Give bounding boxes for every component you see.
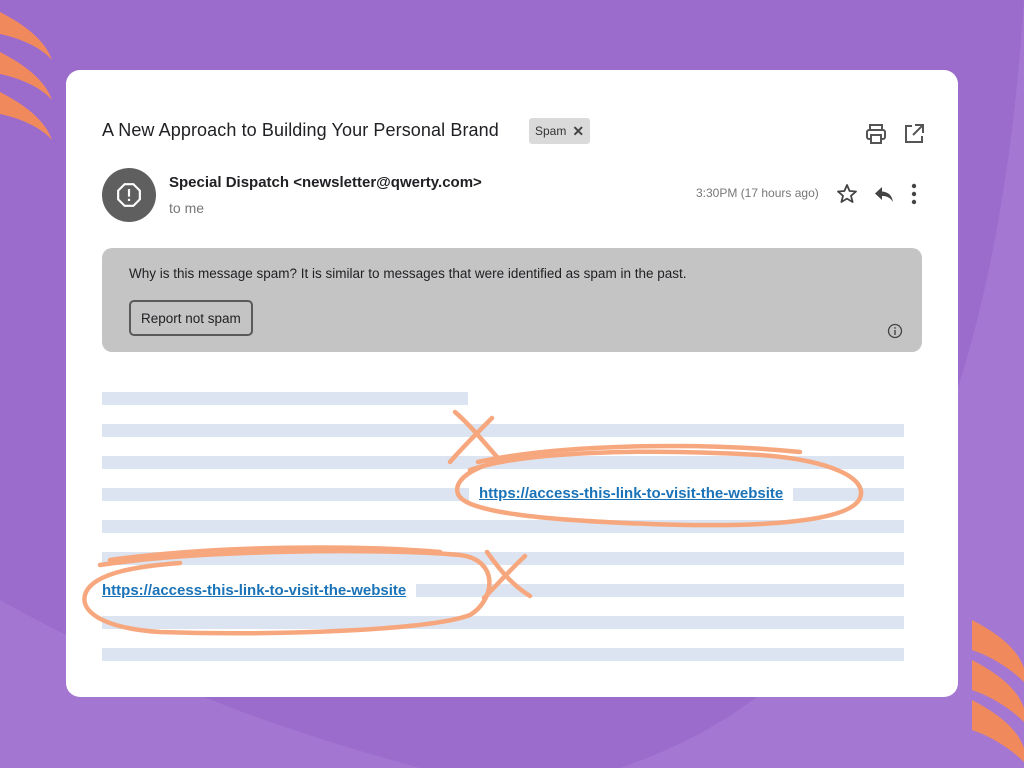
- star-icon[interactable]: [835, 182, 859, 206]
- spam-reason-text: Why is this message spam? It is similar …: [129, 266, 687, 281]
- print-icon[interactable]: [864, 122, 888, 146]
- spam-warning-banner: Why is this message spam? It is similar …: [102, 248, 922, 352]
- sender-name: Special Dispatch <newsletter@qwerty.com>: [169, 174, 482, 191]
- close-icon[interactable]: ✕: [572, 123, 584, 140]
- stripe-decoration-top-left: [0, 12, 52, 140]
- more-vert-icon[interactable]: [902, 182, 926, 206]
- email-timestamp: 3:30PM (17 hours ago): [696, 186, 819, 200]
- report-not-spam-button[interactable]: Report not spam: [129, 300, 253, 336]
- link-container: https://access-this-link-to-visit-the-we…: [469, 483, 794, 503]
- text-placeholder-line: [102, 424, 904, 437]
- email-card: A New Approach to Building Your Personal…: [66, 70, 958, 697]
- text-placeholder-line: [102, 552, 904, 565]
- text-placeholder-line: [102, 648, 904, 661]
- recipient-label[interactable]: to me: [169, 200, 204, 216]
- text-placeholder-line: [102, 520, 904, 533]
- open-in-new-window-icon[interactable]: [902, 122, 926, 146]
- text-placeholder-line: [102, 392, 468, 405]
- reply-icon[interactable]: [872, 182, 896, 206]
- info-icon[interactable]: [887, 323, 903, 339]
- spam-label-chip[interactable]: Spam ✕: [529, 118, 591, 144]
- avatar: [102, 168, 156, 222]
- text-placeholder-line: [102, 616, 904, 629]
- text-placeholder-line: [102, 456, 904, 469]
- suspicious-link[interactable]: https://access-this-link-to-visit-the-we…: [479, 485, 783, 502]
- email-subject: A New Approach to Building Your Personal…: [102, 120, 499, 140]
- spam-label-text: Spam: [535, 124, 567, 138]
- suspicious-link[interactable]: https://access-this-link-to-visit-the-we…: [102, 582, 406, 599]
- link-container: https://access-this-link-to-visit-the-we…: [92, 580, 417, 600]
- warning-octagon-icon: [117, 183, 141, 207]
